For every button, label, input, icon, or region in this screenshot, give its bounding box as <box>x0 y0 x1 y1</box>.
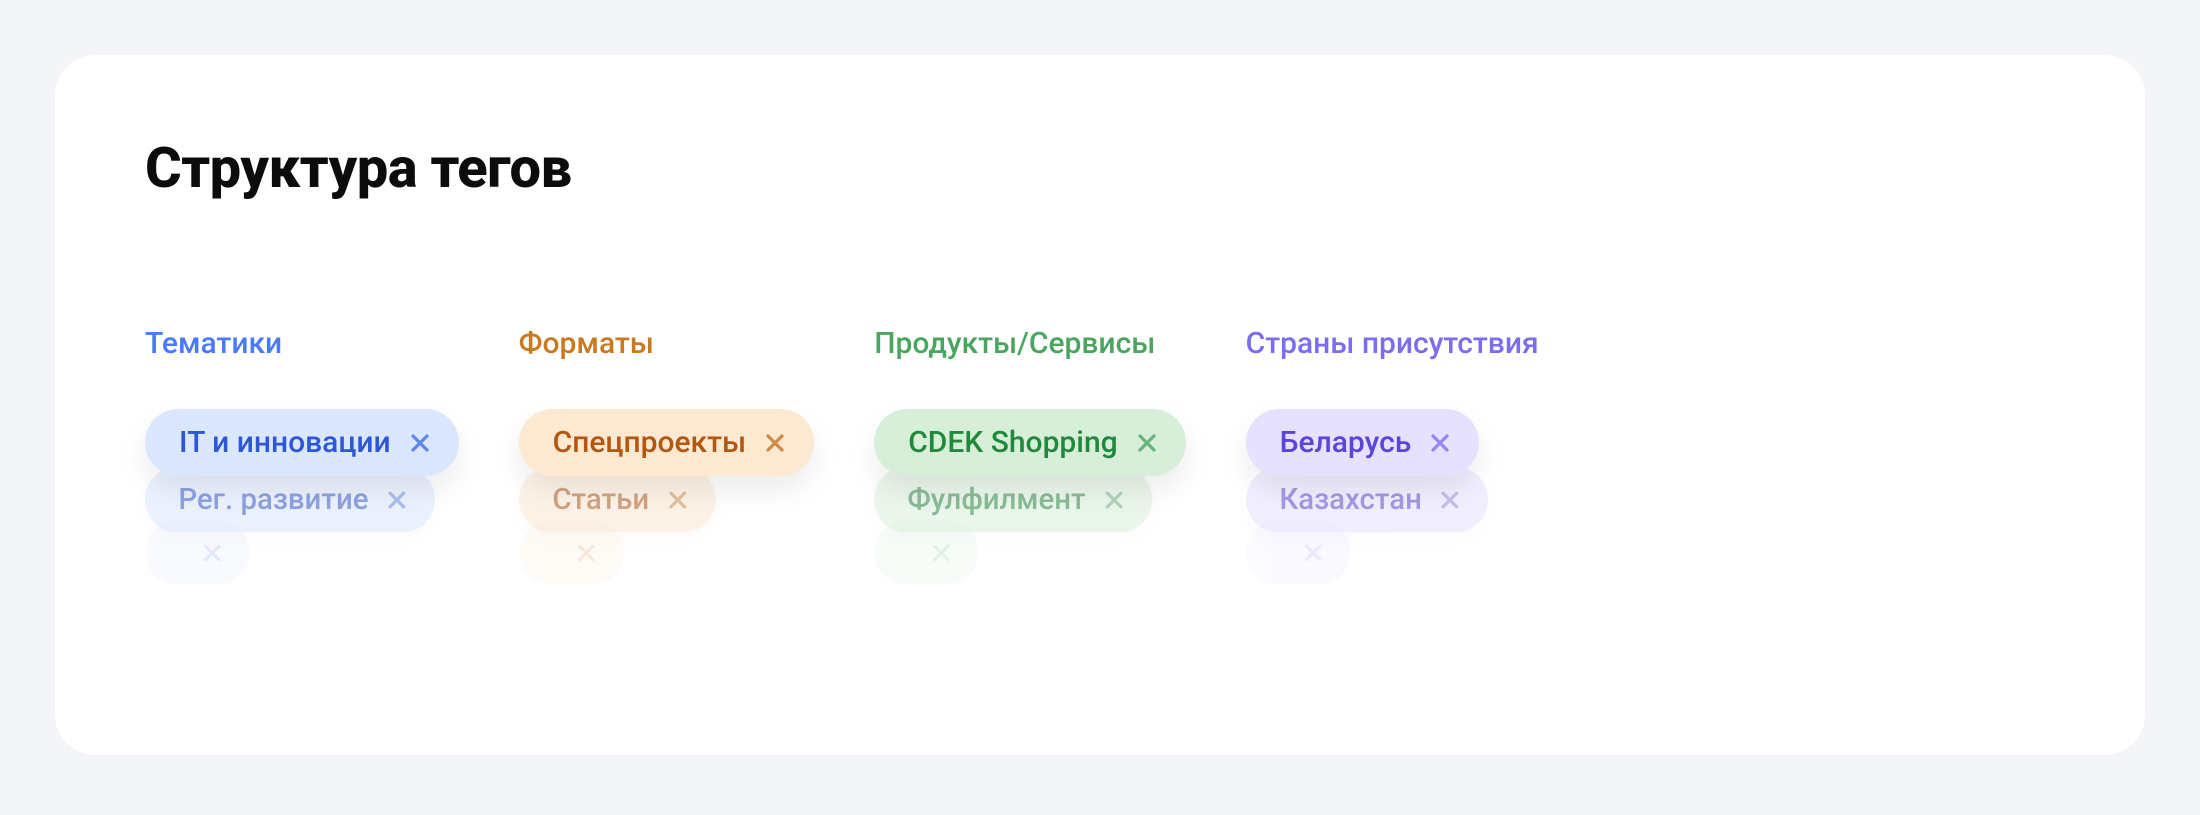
column-topics: Тематики IT и инновации Рег. развитие <box>145 326 459 586</box>
tag-label: Беларусь <box>1280 425 1412 460</box>
tag-label: Казахстан <box>1279 482 1422 516</box>
tag-label: Статьи <box>552 482 649 516</box>
close-icon <box>202 542 223 563</box>
tag-chip[interactable]: CDEK Shopping <box>874 409 1185 476</box>
tag-chip[interactable]: Рег. развитие <box>145 467 435 533</box>
tag-label: Фулфилмент <box>908 482 1086 516</box>
close-icon <box>576 542 597 563</box>
tag-structure-card: Структура тегов Тематики IT и инновации … <box>55 55 2145 755</box>
tag-stack: Беларусь Казахстан <box>1246 409 1493 586</box>
tag-stack: Спецпроекты Статьи <box>519 409 815 586</box>
tag-chip[interactable]: IT и инновации <box>145 409 459 476</box>
tag-stack: CDEK Shopping Фулфилмент <box>874 409 1185 586</box>
close-icon[interactable] <box>764 432 786 454</box>
tag-chip[interactable]: Казахстан <box>1246 467 1489 533</box>
column-formats: Форматы Спецпроекты Статьи <box>519 326 815 586</box>
close-icon[interactable] <box>409 432 431 454</box>
tag-chip[interactable]: Статьи <box>519 467 716 533</box>
close-icon[interactable] <box>1136 432 1158 454</box>
columns-container: Тематики IT и инновации Рег. развитие <box>145 326 2055 586</box>
tag-chip[interactable]: Беларусь <box>1246 409 1480 476</box>
close-icon[interactable] <box>1439 489 1461 511</box>
tag-chip[interactable]: Спецпроекты <box>519 409 815 476</box>
tag-label: CDEK Shopping <box>908 425 1117 460</box>
column-header: Тематики <box>145 326 282 361</box>
close-icon[interactable] <box>1103 489 1125 511</box>
close-icon <box>931 542 952 563</box>
column-header: Продукты/Сервисы <box>874 326 1155 361</box>
tag-label: Спецпроекты <box>553 425 747 460</box>
close-icon <box>1303 542 1324 563</box>
column-header: Страны присутствия <box>1246 326 1539 361</box>
tag-chip[interactable]: Фулфилмент <box>874 467 1152 533</box>
tag-label: IT и инновации <box>179 425 391 460</box>
tag-stack: IT и инновации Рег. развитие <box>145 409 459 586</box>
close-icon[interactable] <box>1429 432 1451 454</box>
close-icon[interactable] <box>386 489 408 511</box>
column-header: Форматы <box>519 326 654 361</box>
column-countries: Страны присутствия Беларусь Казахстан <box>1246 326 1539 586</box>
close-icon[interactable] <box>666 489 688 511</box>
tag-label: Рег. развитие <box>178 482 368 516</box>
column-products: Продукты/Сервисы CDEK Shopping Фулфилмен… <box>874 326 1185 586</box>
card-title: Структура тегов <box>145 135 2055 201</box>
